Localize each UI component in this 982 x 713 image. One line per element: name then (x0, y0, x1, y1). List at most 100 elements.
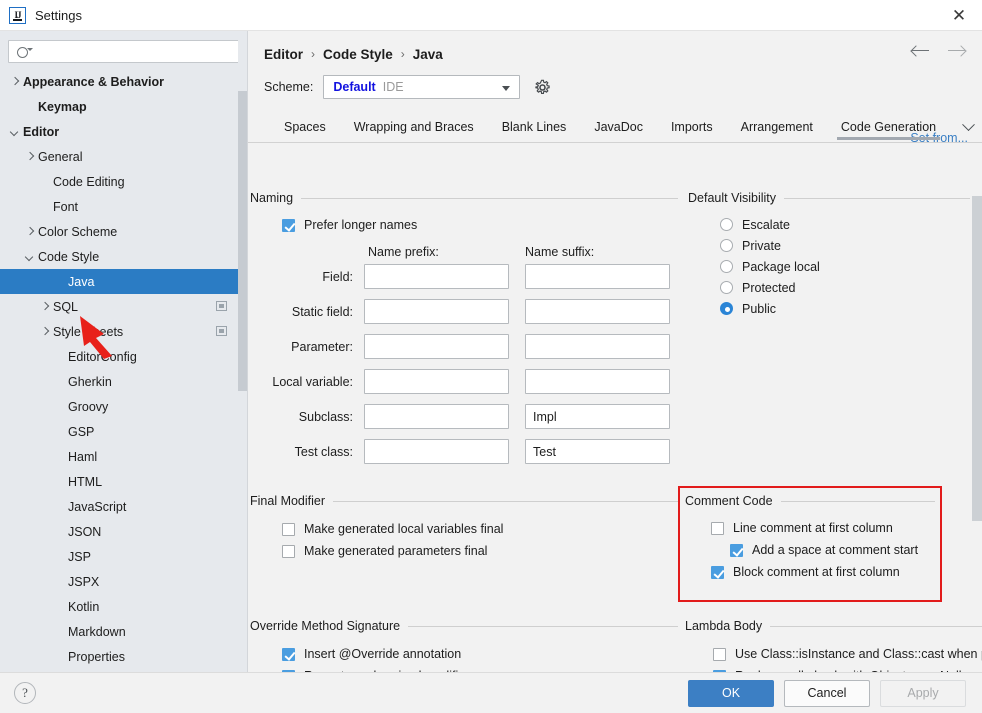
tab-blank-lines[interactable]: Blank Lines (488, 113, 581, 142)
chevron-down-icon[interactable] (502, 86, 511, 91)
checkbox[interactable] (713, 647, 726, 661)
radio-button[interactable] (720, 302, 733, 315)
final-modifier-make-generated-parameters-final[interactable]: Make generated parameters final (282, 540, 678, 562)
gear-icon[interactable] (534, 79, 551, 96)
content-scrollbar-thumb[interactable] (972, 196, 982, 521)
help-button[interactable]: ? (14, 682, 36, 704)
sidebar-item-java[interactable]: Java (0, 269, 247, 294)
sidebar-item-color-scheme[interactable]: Color Scheme (0, 219, 247, 244)
override-repeat-synchronized-modifier[interactable]: Repeat synchronized modifier (282, 665, 678, 672)
chevron-right-icon[interactable] (23, 150, 36, 163)
sidebar-item-json[interactable]: JSON (0, 519, 247, 544)
sidebar-scrollbar-thumb[interactable] (238, 91, 247, 391)
chevron-down-icon[interactable] (23, 250, 36, 263)
lambda-replace-null-check-with-objects-nonnull-[interactable]: Replace null-check with Objects::nonNull… (713, 665, 982, 672)
content-scrollbar-track[interactable] (972, 196, 982, 521)
sidebar-item-gherkin[interactable]: Gherkin (0, 369, 247, 394)
forward-arrow-icon[interactable] (947, 43, 966, 59)
sidebar-item-gsp[interactable]: GSP (0, 419, 247, 444)
checkbox[interactable] (282, 522, 295, 536)
tab-wrapping-and-braces[interactable]: Wrapping and Braces (340, 113, 488, 142)
sidebar-item-jsp[interactable]: JSP (0, 544, 247, 569)
search-input[interactable] (31, 43, 238, 60)
sidebar-item-style-sheets[interactable]: Style Sheets (0, 319, 247, 344)
search-box[interactable] (8, 40, 239, 63)
chevron-right-icon[interactable] (23, 225, 36, 238)
chevron-down-icon[interactable] (8, 125, 21, 138)
tab-ts[interactable]: ts (248, 113, 270, 142)
radio-button[interactable] (720, 239, 733, 252)
visibility-option-public[interactable]: Public (720, 298, 970, 319)
visibility-option-package-local[interactable]: Package local (720, 256, 970, 277)
breadcrumb-item-editor[interactable]: Editor (264, 47, 303, 62)
final-modifier-make-generated-local-variables-final[interactable]: Make generated local variables final (282, 518, 678, 540)
scheme-dropdown[interactable]: Default IDE (323, 75, 521, 99)
back-arrow-icon[interactable] (911, 43, 930, 59)
sidebar-item-code-editing[interactable]: Code Editing (0, 169, 247, 194)
checkbox[interactable] (711, 521, 724, 535)
chevron-right-icon[interactable] (38, 325, 51, 338)
radio-button[interactable] (720, 218, 733, 231)
tab-imports[interactable]: Imports (657, 113, 727, 142)
apply-button[interactable]: Apply (880, 679, 966, 707)
tab-spaces[interactable]: Spaces (270, 113, 340, 142)
sidebar-item-appearance-behavior[interactable]: Appearance & Behavior (0, 69, 247, 94)
naming-prefix-input[interactable] (364, 299, 509, 324)
radio-button[interactable] (720, 281, 733, 294)
naming-suffix-input[interactable] (525, 264, 670, 289)
checkbox[interactable] (730, 543, 743, 557)
comment-code-block-comment-at-first-column[interactable]: Block comment at first column (711, 561, 935, 583)
naming-suffix-input[interactable] (525, 334, 670, 359)
sidebar-item-sql[interactable]: SQL (0, 294, 247, 319)
sidebar-item-markdown[interactable]: Markdown (0, 619, 247, 644)
sidebar-item-general[interactable]: General (0, 144, 247, 169)
sidebar-item-html[interactable]: HTML (0, 469, 247, 494)
visibility-option-escalate[interactable]: Escalate (720, 214, 970, 235)
tab-arrangement[interactable]: Arrangement (727, 113, 827, 142)
breadcrumb-item-java[interactable]: Java (413, 47, 443, 62)
naming-prefix-input[interactable] (364, 264, 509, 289)
visibility-option-private[interactable]: Private (720, 235, 970, 256)
tab-code-generation[interactable]: Code Generation (827, 113, 950, 142)
close-icon[interactable]: ✕ (936, 0, 982, 31)
naming-prefix-input[interactable] (364, 369, 509, 394)
sidebar-item-editor[interactable]: Editor (0, 119, 247, 144)
sidebar-item-code-style[interactable]: Code Style (0, 244, 247, 269)
lambda-use-class-isinstance-and-class-cast-when[interactable]: Use Class::isInstance and Class::cast wh… (713, 643, 982, 665)
tab-javadoc[interactable]: JavaDoc (580, 113, 657, 142)
naming-prefix-input[interactable] (364, 439, 509, 464)
sidebar-scrollbar[interactable] (238, 31, 247, 672)
content-scrollbar[interactable] (972, 196, 982, 672)
tab-overflow-chevron-down-icon[interactable] (956, 113, 980, 142)
radio-button[interactable] (720, 260, 733, 273)
sidebar-item-haml[interactable]: Haml (0, 444, 247, 469)
sidebar-item-javascript[interactable]: JavaScript (0, 494, 247, 519)
sidebar-item-properties[interactable]: Properties (0, 644, 247, 669)
prefer-longer-names-checkbox[interactable] (282, 218, 295, 232)
ok-button[interactable]: OK (688, 679, 774, 707)
chevron-right-icon[interactable] (8, 75, 21, 88)
sidebar-item-editorconfig[interactable]: EditorConfig (0, 344, 247, 369)
chevron-right-icon[interactable] (38, 300, 51, 313)
sidebar-item-font[interactable]: Font (0, 194, 247, 219)
override-insert-override-annotation[interactable]: Insert @Override annotation (282, 643, 678, 665)
comment-code-line-comment-at-first-column[interactable]: Line comment at first column (711, 517, 935, 539)
naming-suffix-input[interactable] (525, 439, 670, 464)
visibility-option-protected[interactable]: Protected (720, 277, 970, 298)
sidebar-item-groovy[interactable]: Groovy (0, 394, 247, 419)
naming-prefix-input[interactable] (364, 404, 509, 429)
sidebar-item-jspx[interactable]: JSPX (0, 569, 247, 594)
cancel-button[interactable]: Cancel (784, 679, 870, 707)
naming-suffix-input[interactable] (525, 369, 670, 394)
sidebar-item-keymap[interactable]: Keymap (0, 94, 247, 119)
prefer-longer-names-row[interactable]: Prefer longer names (282, 214, 678, 236)
checkbox[interactable] (282, 544, 295, 558)
naming-suffix-input[interactable] (525, 299, 670, 324)
checkbox[interactable] (282, 647, 295, 661)
naming-prefix-input[interactable] (364, 334, 509, 359)
sidebar-item-kotlin[interactable]: Kotlin (0, 594, 247, 619)
checkbox[interactable] (711, 565, 724, 579)
naming-suffix-input[interactable] (525, 404, 670, 429)
breadcrumb-item-code-style[interactable]: Code Style (323, 47, 393, 62)
comment-code-add-a-space-at-comment-start[interactable]: Add a space at comment start (730, 539, 935, 561)
